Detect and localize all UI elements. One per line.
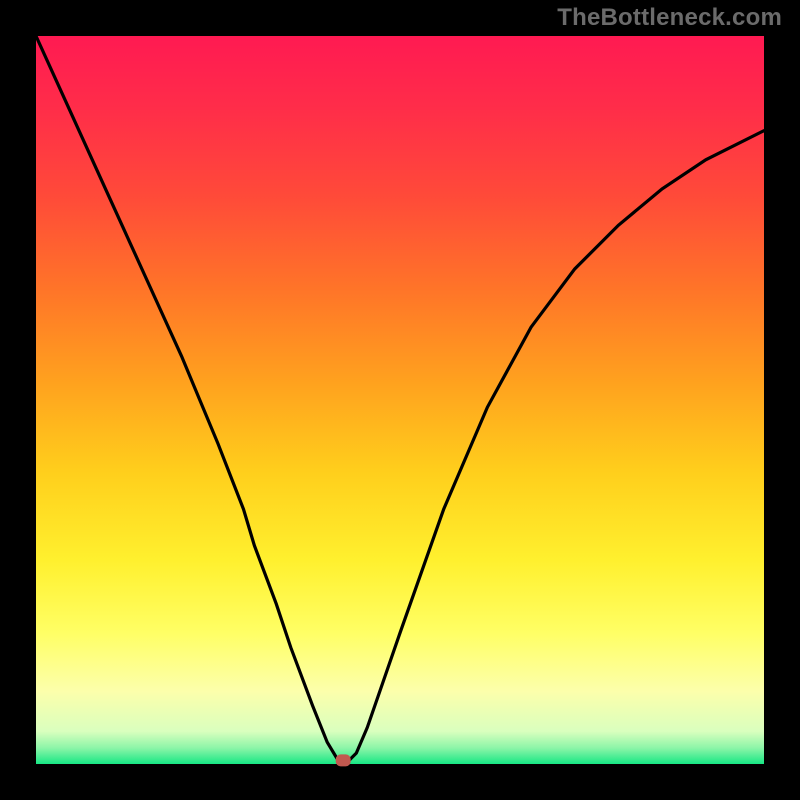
watermark-text: TheBottleneck.com — [557, 4, 782, 32]
minimum-marker — [336, 754, 351, 766]
chart-container: TheBottleneck.com — [0, 0, 800, 800]
bottleneck-chart — [0, 0, 800, 800]
plot-background — [36, 36, 764, 764]
